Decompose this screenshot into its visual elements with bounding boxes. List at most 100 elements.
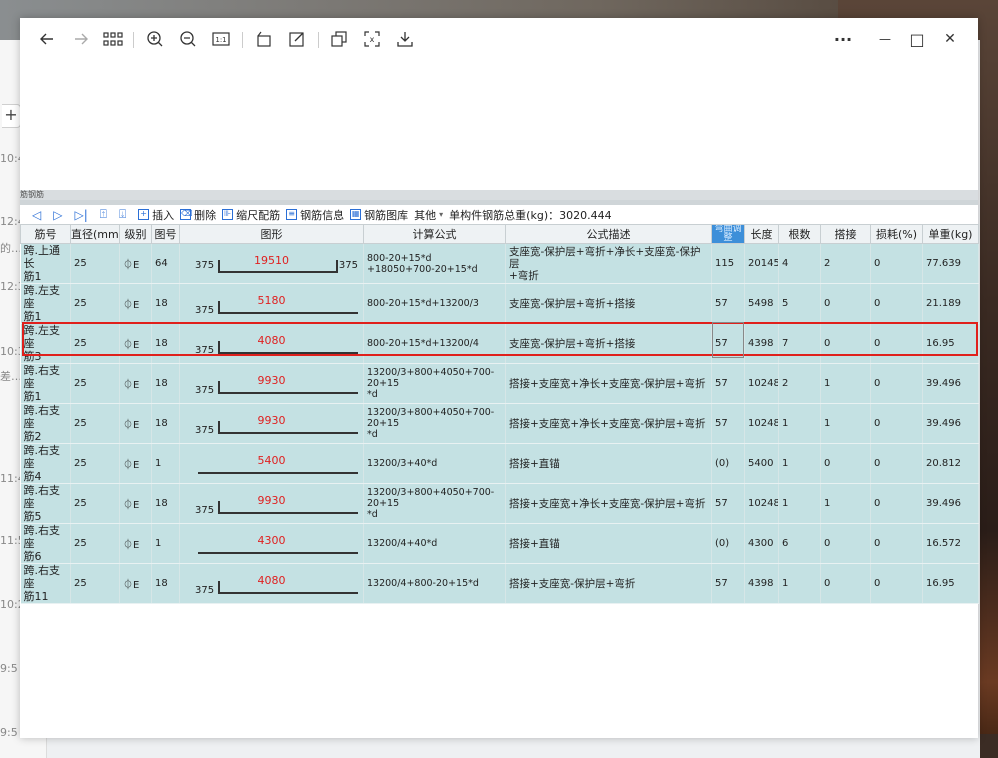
cell-loss[interactable]: 0	[870, 483, 923, 524]
table-row[interactable]: 跨.右支座 筋11 25 ⏀E 18 375 4080 13200/4+800-20+15*d…	[20, 563, 979, 604]
cell-desc[interactable]: 搭接+支座宽+净长+支座宽-保护层+弯折	[505, 403, 712, 444]
cell-d[interactable]: 25	[70, 243, 120, 284]
cell-len[interactable]: 10248	[744, 363, 779, 404]
cell-desc[interactable]: 搭接+直锚	[505, 523, 712, 564]
col-header[interactable]: 根数	[778, 224, 821, 244]
col-header[interactable]: 图号	[151, 224, 180, 244]
cell-rebar-id[interactable]: 跨.左支座 筋3	[20, 323, 71, 364]
cell-lap[interactable]: 1	[820, 483, 871, 524]
insert-button[interactable]: + 插入	[138, 207, 174, 223]
cell-bend[interactable]: 57	[711, 363, 745, 404]
table-row[interactable]: 跨.右支座 筋2 25 ⏀E 18 375 9930 13200/3+800+4050+700…	[20, 403, 979, 444]
cell-d[interactable]: 25	[70, 563, 120, 604]
cell-fig[interactable]: 1	[151, 443, 180, 484]
cell-loss[interactable]: 0	[870, 443, 923, 484]
cell-desc[interactable]: 支座宽-保护层+弯折+净长+支座宽-保护层 +弯折	[505, 243, 712, 284]
cell-d[interactable]: 25	[70, 483, 120, 524]
cell-count[interactable]: 5	[778, 283, 821, 324]
cell-formula[interactable]: 800-20+15*d+13200/3	[363, 283, 506, 324]
cell-formula[interactable]: 13200/3+40*d	[363, 443, 506, 484]
zoom-out-icon[interactable]	[177, 28, 199, 50]
cell-shape[interactable]: 375 4080	[179, 323, 364, 364]
cell-fig[interactable]: 18	[151, 403, 180, 444]
table-row[interactable]: 跨.右支座 筋6 25 ⏀E 1 4300 13200/4+40*d 搭接+直锚 (0) 4300…	[20, 523, 979, 564]
rebar-info-button[interactable]: ≡ 钢筋信息	[286, 207, 344, 223]
cell-shape[interactable]: 4300	[179, 523, 364, 564]
cell-rebar-id[interactable]: 跨.右支座 筋1	[20, 363, 71, 404]
col-header-selected[interactable]: 弯曲调整	[711, 224, 745, 244]
cell-count[interactable]: 4	[778, 243, 821, 284]
cell-grade[interactable]: ⏀E	[119, 243, 152, 284]
cell-loss[interactable]: 0	[870, 283, 923, 324]
cell-grade[interactable]: ⏀E	[119, 523, 152, 564]
ocr-icon[interactable]: x	[361, 28, 383, 50]
ruler-button[interactable]: ⊪ 缩尺配筋	[222, 207, 280, 223]
rebar-library-button[interactable]: ▦ 钢筋图库	[350, 207, 408, 223]
background-add-icon[interactable]: +	[2, 104, 21, 128]
cell-fig[interactable]: 64	[151, 243, 180, 284]
cell-fig[interactable]: 18	[151, 283, 180, 324]
table-row[interactable]: 跨.右支座 筋1 25 ⏀E 18 375 9930 13200/3+800+4050+700…	[20, 363, 979, 404]
cell-weight[interactable]: 39.496	[922, 403, 979, 444]
cell-d[interactable]: 25	[70, 523, 120, 564]
cell-weight[interactable]: 39.496	[922, 483, 979, 524]
cell-desc[interactable]: 搭接+直锚	[505, 443, 712, 484]
cell-lap[interactable]: 0	[820, 323, 871, 364]
cell-shape[interactable]: 375 9930	[179, 363, 364, 404]
cell-rebar-id[interactable]: 跨.右支座 筋4	[20, 443, 71, 484]
cell-lap[interactable]: 0	[820, 523, 871, 564]
cell-count[interactable]: 1	[778, 443, 821, 484]
zoom-in-icon[interactable]	[144, 28, 166, 50]
table-row[interactable]: 跨.上通长 筋1 25 ⏀E 64 375 19510 375 800-20+15*d +1805…	[20, 243, 979, 284]
cell-shape[interactable]: 375 19510 375	[179, 243, 364, 284]
cell-count[interactable]: 1	[778, 403, 821, 444]
save-icon[interactable]	[394, 28, 416, 50]
col-header[interactable]: 公式描述	[505, 224, 712, 244]
cell-len[interactable]: 10248	[744, 403, 779, 444]
actual-size-icon[interactable]: 1:1	[210, 28, 232, 50]
cell-bend[interactable]: 57	[711, 563, 745, 604]
cell-lap[interactable]: 0	[820, 443, 871, 484]
cell-d[interactable]: 25	[70, 323, 120, 364]
cell-lap[interactable]: 1	[820, 403, 871, 444]
cell-shape[interactable]: 375 4080	[179, 563, 364, 604]
col-header[interactable]: 直径(mm)	[70, 224, 120, 244]
move-down-icon[interactable]: ⍗	[119, 207, 126, 222]
cell-rebar-id[interactable]: 跨.右支座 筋6	[20, 523, 71, 564]
cell-formula[interactable]: 13200/4+800-20+15*d	[363, 563, 506, 604]
cell-rebar-id[interactable]: 跨.右支座 筋2	[20, 403, 71, 444]
cell-loss[interactable]: 0	[870, 403, 923, 444]
cell-len[interactable]: 4398	[744, 563, 779, 604]
col-header[interactable]: 长度	[744, 224, 779, 244]
cell-formula[interactable]: 13200/3+800+4050+700-20+15 *d	[363, 403, 506, 444]
cell-rebar-id[interactable]: 跨.左支座 筋1	[20, 283, 71, 324]
cell-len[interactable]: 4398	[744, 323, 779, 364]
cell-loss[interactable]: 0	[870, 523, 923, 564]
next-nav-icon[interactable]: ▷	[53, 208, 62, 222]
first-nav-icon[interactable]: ◁	[32, 208, 41, 222]
cell-rebar-id[interactable]: 跨.上通长 筋1	[20, 243, 71, 284]
cell-d[interactable]: 25	[70, 403, 120, 444]
cell-grade[interactable]: ⏀E	[119, 483, 152, 524]
col-header[interactable]: 筋号	[20, 224, 71, 244]
cell-weight[interactable]: 16.95	[922, 323, 979, 364]
table-row[interactable]: 跨.右支座 筋5 25 ⏀E 18 375 9930 13200/3+800+4050+700…	[20, 483, 979, 524]
cell-d[interactable]: 25	[70, 363, 120, 404]
cell-count[interactable]: 2	[778, 363, 821, 404]
cell-d[interactable]: 25	[70, 443, 120, 484]
cell-desc[interactable]: 支座宽-保护层+弯折+搭接	[505, 323, 712, 364]
cell-count[interactable]: 1	[778, 563, 821, 604]
col-header[interactable]: 级别	[119, 224, 152, 244]
more-options-button[interactable]: ···	[832, 28, 854, 50]
cell-bend[interactable]: 57	[711, 483, 745, 524]
maximize-button[interactable]: □	[906, 28, 928, 50]
cell-fig[interactable]: 18	[151, 483, 180, 524]
cell-loss[interactable]: 0	[870, 243, 923, 284]
cell-shape[interactable]: 375 9930	[179, 403, 364, 444]
copy-icon[interactable]	[328, 28, 350, 50]
cell-grade[interactable]: ⏀E	[119, 323, 152, 364]
cell-formula[interactable]: 13200/3+800+4050+700-20+15 *d	[363, 483, 506, 524]
cell-d[interactable]: 25	[70, 283, 120, 324]
cell-fig[interactable]: 1	[151, 523, 180, 564]
cell-loss[interactable]: 0	[870, 363, 923, 404]
